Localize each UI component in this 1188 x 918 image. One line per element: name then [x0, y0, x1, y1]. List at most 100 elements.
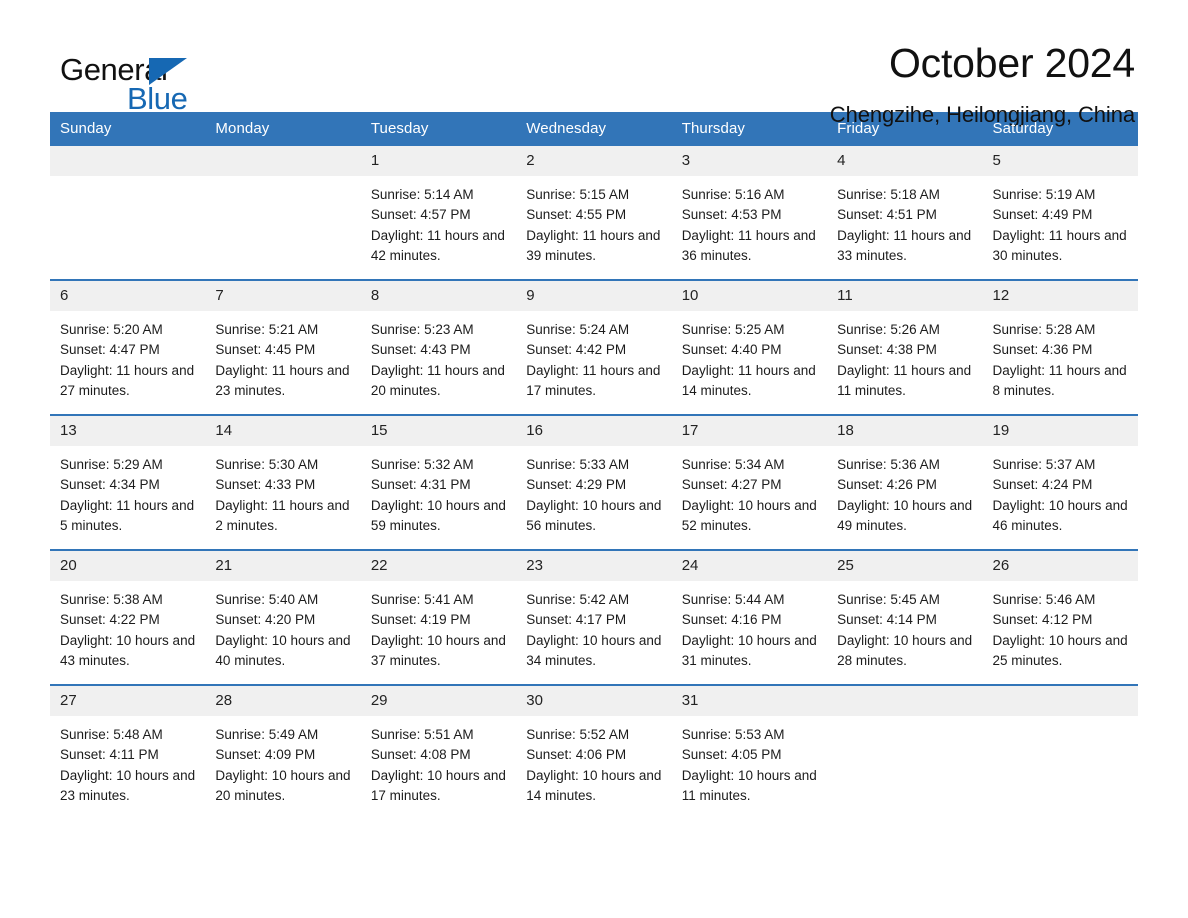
calendar-day-cell[interactable]: 10 Sunrise: 5:25 AM Sunset: 4:40 PM Dayligh… [671, 279, 828, 415]
sunset-text: Sunset: 4:33 PM [215, 477, 316, 493]
sunset-text: Sunset: 4:29 PM [526, 477, 627, 493]
calendar-day-cell[interactable]: 20 Sunrise: 5:38 AM Sunset: 4:22 PM Dayligh… [50, 549, 206, 685]
calendar-day-cell[interactable]: 3 Sunrise: 5:16 AM Sunset: 4:53 PM Daylight… [671, 146, 828, 280]
sunrise-text: Sunrise: 5:30 AM [215, 457, 319, 472]
sunset-text: Sunset: 4:31 PM [370, 477, 471, 493]
sunset-text: Sunset: 4:11 PM [60, 747, 159, 763]
calendar-day-cell[interactable]: 29 Sunrise: 5:51 AM Sunset: 4:08 PM Dayligh… [360, 684, 517, 819]
daylight-text: Daylight: 10 hours and 52 minutes. [681, 497, 817, 533]
sunset-text: Sunset: 4:08 PM [370, 747, 471, 763]
calendar-day-cell[interactable]: 30 Sunrise: 5:52 AM Sunset: 4:06 PM Dayligh… [516, 684, 672, 819]
sunset-text: Sunset: 4:27 PM [681, 477, 782, 493]
day-details: Sunrise: 5:28 AM Sunset: 4:36 PM Daylight:… [983, 311, 1138, 401]
calendar-day-cell[interactable]: 4 Sunrise: 5:18 AM Sunset: 4:51 PM Daylight… [827, 146, 983, 280]
day-number: 27 [50, 686, 206, 716]
daylight-text: Daylight: 11 hours and 36 minutes. [681, 227, 816, 263]
sunset-text: Sunset: 4:49 PM [992, 207, 1093, 223]
sunset-text: Sunset: 4:06 PM [526, 747, 627, 763]
daylight-text: Daylight: 11 hours and 39 minutes. [526, 227, 661, 263]
day-details: Sunrise: 5:23 AM Sunset: 4:43 PM Daylight:… [361, 311, 516, 401]
calendar-day-cell[interactable]: 22 Sunrise: 5:41 AM Sunset: 4:19 PM Dayligh… [360, 549, 517, 685]
sunrise-text: Sunrise: 5:45 AM [837, 592, 940, 607]
calendar-day-cell[interactable]: 19 Sunrise: 5:37 AM Sunset: 4:24 PM Dayligh… [982, 414, 1138, 550]
calendar-day-cell[interactable]: 8 Sunrise: 5:23 AM Sunset: 4:43 PM Daylight… [360, 279, 517, 415]
sunrise-text: Sunrise: 5:49 AM [215, 727, 319, 742]
day-details: Sunrise: 5:24 AM Sunset: 4:42 PM Daylight:… [516, 311, 671, 401]
sunset-text: Sunset: 4:14 PM [837, 612, 937, 628]
calendar-day-cell[interactable]: 2 Sunrise: 5:15 AM Sunset: 4:55 PM Daylight… [516, 146, 672, 280]
sunrise-text: Sunrise: 5:52 AM [526, 727, 630, 742]
sunset-text: Sunset: 4:36 PM [992, 342, 1093, 358]
calendar-day-cell[interactable]: 9 Sunrise: 5:24 AM Sunset: 4:42 PM Daylight… [516, 279, 672, 415]
daylight-text: Daylight: 10 hours and 31 minutes. [681, 632, 817, 668]
calendar-day-cell[interactable]: 14 Sunrise: 5:30 AM Sunset: 4:33 PM Dayligh… [205, 414, 361, 550]
sunset-text: Sunset: 4:47 PM [60, 342, 160, 358]
calendar-day-cell[interactable]: 1 Sunrise: 5:14 AM Sunset: 4:57 PM Daylight… [360, 146, 517, 280]
sunrise-text: Sunrise: 5:18 AM [837, 187, 940, 202]
calendar-day-cell[interactable]: 11 Sunrise: 5:26 AM Sunset: 4:38 PM Dayligh… [827, 279, 983, 415]
day-details: Sunrise: 5:26 AM Sunset: 4:38 PM Daylight:… [827, 311, 982, 401]
calendar-day-cell[interactable]: 25 Sunrise: 5:45 AM Sunset: 4:14 PM Dayligh… [827, 549, 983, 685]
day-number: 21 [205, 551, 361, 581]
sunset-text: Sunset: 4:05 PM [681, 747, 782, 763]
sunrise-text: Sunrise: 5:48 AM [60, 727, 163, 742]
calendar-day-cell[interactable]: 21 Sunrise: 5:40 AM Sunset: 4:20 PM Dayligh… [205, 549, 361, 685]
day-number: 19 [982, 416, 1138, 446]
sunset-text: Sunset: 4:09 PM [215, 747, 316, 763]
day-number: 17 [671, 416, 828, 446]
sunset-text: Sunset: 4:40 PM [681, 342, 782, 358]
day-number: 7 [205, 281, 361, 311]
weekday-header-wednesday: Wednesday [516, 112, 672, 146]
general-blue-logo[interactable]: General Blue [50, 42, 290, 114]
day-number: 28 [205, 686, 361, 716]
day-number: 22 [360, 551, 517, 581]
sunrise-text: Sunrise: 5:34 AM [681, 457, 785, 472]
day-details: Sunrise: 5:19 AM Sunset: 4:49 PM Daylight:… [983, 176, 1138, 266]
calendar-day-cell[interactable]: 18 Sunrise: 5:36 AM Sunset: 4:26 PM Dayligh… [827, 414, 983, 550]
calendar-day-cell[interactable]: 13 Sunrise: 5:29 AM Sunset: 4:34 PM Dayligh… [50, 414, 206, 550]
daylight-text: Daylight: 10 hours and 46 minutes. [992, 497, 1128, 533]
daylight-text: Daylight: 11 hours and 2 minutes. [215, 497, 350, 533]
sunrise-text: Sunrise: 5:21 AM [215, 322, 319, 337]
calendar-day-cell[interactable]: 6 Sunrise: 5:20 AM Sunset: 4:47 PM Daylight… [50, 279, 206, 415]
day-details: Sunrise: 5:52 AM Sunset: 4:06 PM Daylight:… [516, 716, 671, 806]
sunrise-text: Sunrise: 5:29 AM [60, 457, 163, 472]
calendar-day-cell[interactable]: 12 Sunrise: 5:28 AM Sunset: 4:36 PM Dayligh… [982, 279, 1138, 415]
sunset-text: Sunset: 4:53 PM [681, 207, 782, 223]
day-number: 6 [50, 281, 206, 311]
sunrise-text: Sunrise: 5:36 AM [837, 457, 940, 472]
calendar-day-cell[interactable]: 31 Sunrise: 5:53 AM Sunset: 4:05 PM Dayligh… [671, 684, 828, 819]
day-details: Sunrise: 5:36 AM Sunset: 4:26 PM Daylight:… [827, 446, 982, 536]
sunset-text: Sunset: 4:17 PM [526, 612, 627, 628]
calendar-day-cell[interactable]: 27 Sunrise: 5:48 AM Sunset: 4:11 PM Dayligh… [50, 684, 206, 819]
calendar-day-cell[interactable]: 5 Sunrise: 5:19 AM Sunset: 4:49 PM Daylight… [982, 146, 1138, 280]
calendar-day-cell[interactable]: 23 Sunrise: 5:42 AM Sunset: 4:17 PM Dayligh… [516, 549, 672, 685]
sunset-text: Sunset: 4:42 PM [526, 342, 627, 358]
day-details: Sunrise: 5:15 AM Sunset: 4:55 PM Daylight:… [516, 176, 671, 266]
calendar-page: General Blue October 2024 Chengzihe, Hei… [0, 0, 1188, 918]
sunset-text: Sunset: 4:57 PM [370, 207, 471, 223]
daylight-text: Daylight: 10 hours and 11 minutes. [681, 767, 817, 803]
weekday-header-thursday: Thursday [671, 112, 828, 146]
calendar-day-cell[interactable]: 17 Sunrise: 5:34 AM Sunset: 4:27 PM Dayligh… [671, 414, 828, 550]
day-details: Sunrise: 5:16 AM Sunset: 4:53 PM Daylight:… [672, 176, 827, 266]
calendar-day-cell[interactable]: 26 Sunrise: 5:46 AM Sunset: 4:12 PM Dayligh… [982, 549, 1138, 685]
day-details: Sunrise: 5:49 AM Sunset: 4:09 PM Daylight:… [205, 716, 360, 806]
page-header: General Blue October 2024 Chengzihe, Hei… [50, 0, 1138, 127]
daylight-text: Daylight: 10 hours and 25 minutes. [992, 632, 1128, 668]
day-number: 8 [360, 281, 517, 311]
daylight-text: Daylight: 11 hours and 33 minutes. [837, 227, 972, 263]
calendar-day-cell[interactable]: 24 Sunrise: 5:44 AM Sunset: 4:16 PM Dayligh… [671, 549, 828, 685]
calendar-day-cell[interactable]: 28 Sunrise: 5:49 AM Sunset: 4:09 PM Dayligh… [205, 684, 361, 819]
sunset-text: Sunset: 4:24 PM [992, 477, 1093, 493]
sunset-text: Sunset: 4:20 PM [215, 612, 316, 628]
day-details: Sunrise: 5:34 AM Sunset: 4:27 PM Daylight:… [672, 446, 827, 536]
sunset-text: Sunset: 4:43 PM [370, 342, 471, 358]
calendar-day-cell[interactable]: 15 Sunrise: 5:32 AM Sunset: 4:31 PM Dayligh… [360, 414, 517, 550]
daylight-text: Daylight: 11 hours and 30 minutes. [992, 227, 1127, 263]
calendar-day-cell[interactable]: 16 Sunrise: 5:33 AM Sunset: 4:29 PM Dayligh… [516, 414, 672, 550]
day-number: 10 [671, 281, 828, 311]
day-details: Sunrise: 5:30 AM Sunset: 4:33 PM Daylight:… [205, 446, 360, 536]
calendar-day-cell[interactable]: 7 Sunrise: 5:21 AM Sunset: 4:45 PM Daylight… [205, 279, 361, 415]
day-details: Sunrise: 5:40 AM Sunset: 4:20 PM Daylight:… [205, 581, 360, 671]
